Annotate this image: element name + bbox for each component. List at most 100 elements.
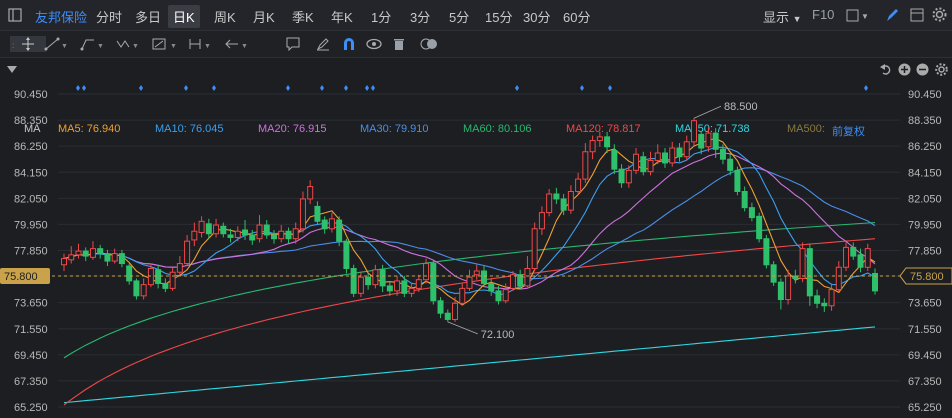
- y-tick-label-right: 77.850: [908, 246, 942, 258]
- collapse-icon[interactable]: [7, 66, 17, 74]
- stock-name[interactable]: 友邦保险: [35, 7, 87, 26]
- candle-body: [633, 153, 640, 171]
- candle-body: [480, 270, 487, 284]
- tab-period-9[interactable]: 5分: [449, 7, 469, 26]
- candle-body: [459, 287, 466, 304]
- chevron-down-icon: ▼: [792, 14, 802, 24]
- candle-body: [509, 274, 516, 289]
- candle-body: [278, 230, 285, 240]
- tab-period-3[interactable]: 周K: [214, 7, 236, 26]
- candle-body: [843, 246, 850, 268]
- y-tick-label-left: 65.250: [14, 402, 48, 414]
- tab-period-0[interactable]: 分时: [96, 7, 122, 26]
- arrow-icon[interactable]: ▼: [224, 37, 252, 51]
- gear-icon[interactable]: [935, 63, 948, 76]
- y-tick-label-left: 82.050: [14, 193, 48, 205]
- ma250-line: [63, 326, 876, 404]
- tab-period-6[interactable]: 年K: [331, 7, 353, 26]
- trash-icon[interactable]: [392, 37, 406, 51]
- candle-body: [386, 285, 393, 292]
- add-icon[interactable]: [898, 63, 911, 76]
- tab-period-7[interactable]: 1分: [371, 7, 391, 26]
- magnet-icon[interactable]: [342, 37, 356, 51]
- display-label: 显示: [763, 10, 790, 25]
- candle-body: [350, 268, 357, 294]
- candle-body: [727, 158, 734, 171]
- candle-body: [734, 169, 741, 193]
- candle-body: [444, 312, 451, 320]
- candle-body: [205, 223, 212, 235]
- note-icon[interactable]: [286, 37, 300, 51]
- y-tick-label-left: 79.950: [14, 219, 48, 231]
- y-tick-label-right: 86.250: [908, 141, 942, 153]
- candle-body: [126, 265, 133, 282]
- candle-body: [864, 248, 871, 268]
- f10-button[interactable]: F10: [812, 7, 834, 22]
- line-icon[interactable]: ▼: [44, 37, 68, 51]
- high-pointer: [693, 105, 722, 119]
- tab-period-12[interactable]: 60分: [563, 7, 590, 26]
- tab-period-8[interactable]: 3分: [410, 7, 430, 26]
- checkbox-icon[interactable]: ▼: [846, 9, 868, 22]
- event-marker-icon: [608, 85, 612, 91]
- svg-text:▼: ▼: [170, 43, 177, 50]
- display-menu[interactable]: 显示 ▼: [763, 7, 802, 26]
- candle-body: [285, 230, 292, 240]
- candle-body: [748, 207, 755, 219]
- candle-body: [488, 282, 495, 292]
- wave-icon[interactable]: ▼: [116, 37, 140, 51]
- tab-period-4[interactable]: 月K: [253, 7, 275, 26]
- svg-text:▼: ▼: [132, 43, 139, 50]
- candle-body: [423, 263, 430, 281]
- remove-icon[interactable]: [916, 63, 929, 76]
- window-icon[interactable]: [910, 8, 924, 22]
- y-tick-label-left: 69.450: [14, 350, 48, 362]
- candle-body: [169, 271, 176, 289]
- tab-period-2[interactable]: 日K: [168, 5, 200, 28]
- candle-body: [328, 218, 335, 230]
- tab-period-1[interactable]: 多日: [135, 7, 161, 26]
- eye-icon[interactable]: [366, 37, 382, 51]
- candle-body: [690, 120, 697, 143]
- candle-body: [777, 281, 784, 301]
- toggle-icon[interactable]: [420, 38, 438, 50]
- y-tick-label-right: 90.450: [908, 89, 942, 101]
- polyline-icon[interactable]: ▼: [80, 37, 104, 51]
- candle-body: [662, 152, 669, 164]
- tab-period-11[interactable]: 30分: [523, 7, 550, 26]
- sidebar-toggle-icon[interactable]: [8, 8, 22, 22]
- candle-body: [705, 132, 712, 148]
- tab-period-5[interactable]: 季K: [292, 7, 314, 26]
- event-marker-icon: [580, 85, 584, 91]
- channel-icon[interactable]: ▼: [152, 37, 182, 51]
- event-marker-icon: [515, 85, 519, 91]
- candle-body: [799, 248, 806, 279]
- candle-body: [401, 280, 408, 294]
- settings-icon[interactable]: [932, 7, 947, 22]
- pen-icon[interactable]: [885, 7, 899, 23]
- candle-body: [567, 191, 574, 211]
- undo-icon[interactable]: [880, 63, 892, 76]
- candle-body: [198, 220, 205, 233]
- candle-body: [654, 152, 661, 161]
- candle-body: [234, 230, 241, 238]
- candle-body: [162, 282, 169, 289]
- candle-body: [256, 224, 263, 240]
- candle-body: [466, 276, 473, 289]
- event-marker-icon: [320, 85, 324, 91]
- crosshair-icon[interactable]: :: [10, 36, 46, 52]
- y-tick-label-right: 73.650: [908, 298, 942, 310]
- y-tick-label-left: 67.350: [14, 376, 48, 388]
- candle-body: [640, 156, 647, 173]
- candlestick-chart[interactable]: 90.450 90.450 88.350 88.350 86.250 86.250 84.1…: [0, 82, 952, 418]
- tab-period-10[interactable]: 15分: [485, 7, 512, 26]
- candle-body: [68, 254, 75, 261]
- range-icon[interactable]: ▼: [188, 37, 216, 51]
- brush-icon[interactable]: [316, 37, 330, 51]
- candle-body: [560, 198, 567, 211]
- candle-body: [604, 136, 611, 148]
- candle-body: [698, 133, 705, 149]
- y-tick-label-left: 90.450: [14, 89, 48, 101]
- low-pointer: [447, 321, 478, 335]
- candle-body: [408, 287, 415, 294]
